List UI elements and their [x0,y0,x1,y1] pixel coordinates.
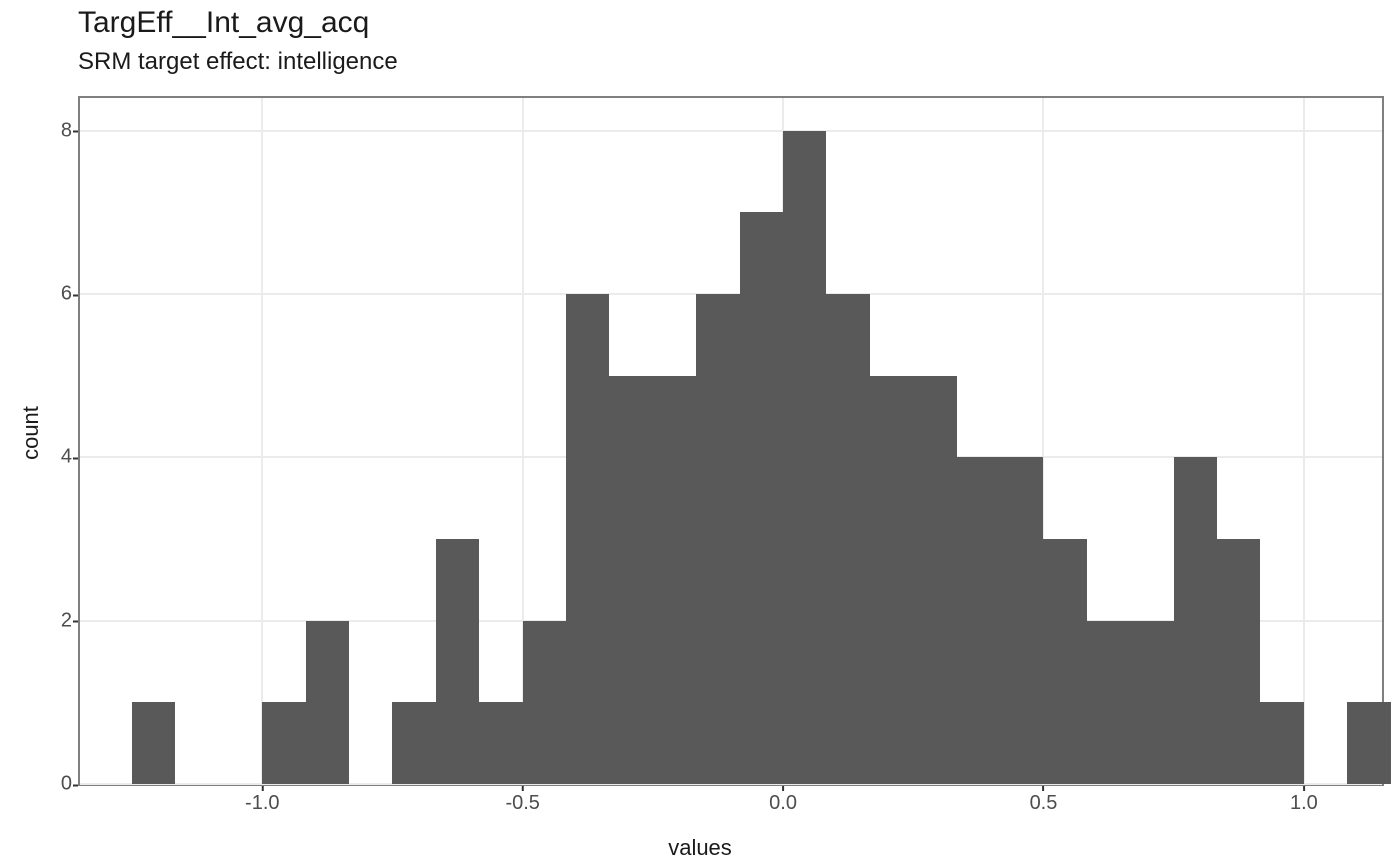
histogram-bar [1260,702,1303,784]
histogram-bar [870,376,913,784]
histogram-bar [306,621,349,784]
x-tick-label: -0.5 [505,792,539,815]
chart-title: TargEff__Int_avg_acq [78,6,369,40]
histogram-bar [1130,621,1173,784]
x-axis-label: values [668,835,732,861]
x-tick-label: 1.0 [1290,792,1318,815]
y-tick-label: 0 [61,773,72,796]
histogram-bar [436,539,479,784]
histogram-bar [783,131,826,784]
histogram-bar [1217,539,1260,784]
histogram-bar [740,212,783,784]
histogram-bar [132,702,175,784]
y-tick-label: 8 [61,119,72,142]
histogram-bar [566,294,609,784]
y-tick-label: 4 [61,446,72,469]
grid-line-h [80,130,1382,132]
grid-line-v [261,98,263,784]
histogram-bar [609,376,652,784]
x-tick-label: 0.0 [769,792,797,815]
histogram-bar [1043,539,1086,784]
histogram-bar [653,376,696,784]
histogram-bar [1174,457,1217,784]
y-tick-label: 2 [61,609,72,632]
histogram-bar [826,294,869,784]
histogram-bar [262,702,305,784]
y-tick-label: 6 [61,283,72,306]
histogram-bar [523,621,566,784]
x-tick-label: -1.0 [245,792,279,815]
histogram-bar [392,702,435,784]
chart-subtitle: SRM target effect: intelligence [78,48,398,76]
histogram-bar [1000,457,1043,784]
histogram-bar [479,702,522,784]
y-axis-label: count [18,406,44,460]
histogram-bar [913,376,956,784]
x-tick-label: 0.5 [1030,792,1058,815]
histogram-bar [696,294,739,784]
histogram-bar [1347,702,1390,784]
histogram-bar [1087,621,1130,784]
plot-panel [78,96,1384,786]
grid-line-v [1303,98,1305,784]
histogram-bar [957,457,1000,784]
histogram-chart: TargEff__Int_avg_acq SRM target effect: … [0,0,1400,865]
